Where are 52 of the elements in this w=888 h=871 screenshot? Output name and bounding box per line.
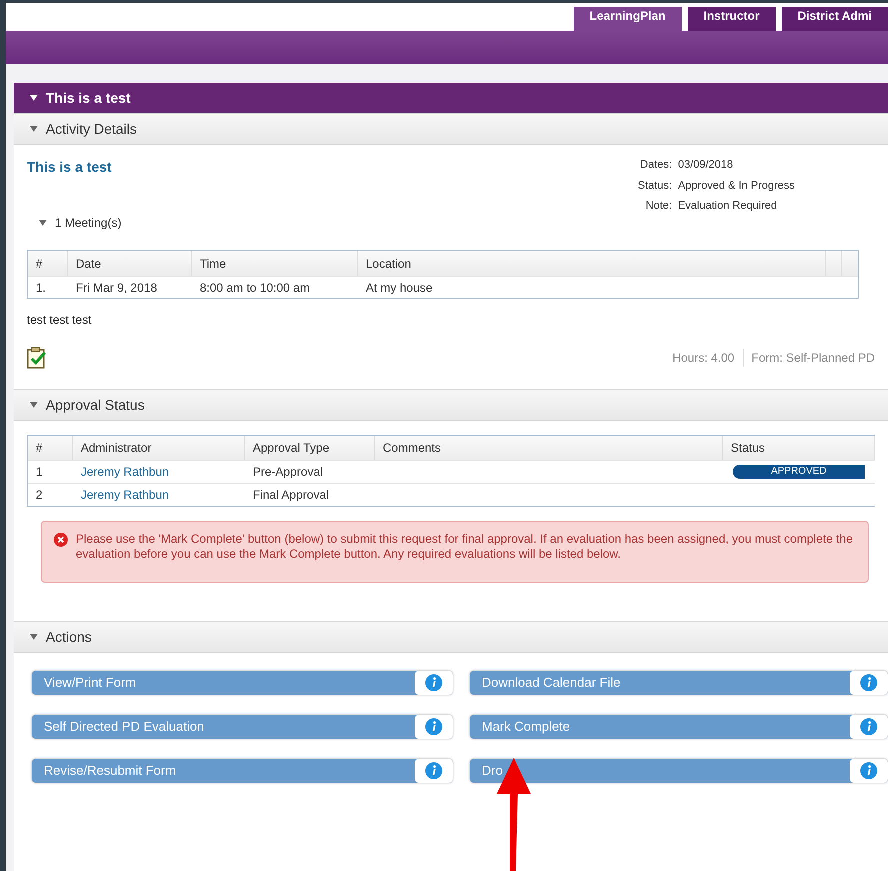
meta-label: Dates: [639,158,672,173]
column-header: Status [723,436,875,460]
column-header: # [28,436,73,460]
meta-value: 03/09/2018 [678,158,734,173]
nav-tab[interactable]: LearningPlan [574,7,682,31]
table-cell-text: 1. [35,280,48,296]
caret-icon [39,220,47,226]
nav-tab[interactable]: Instructor [688,7,776,31]
form-text: Form: Self-Planned PD [750,350,875,367]
section-header[interactable]: Approval Status [14,389,888,421]
nav-tab[interactable]: District Admi [782,7,888,31]
meta-label: Note: [644,199,672,214]
hours-text: Hours: 4.00 [672,349,744,367]
table-cell-text: 2 [35,487,44,504]
table-cell-text: 1 [35,464,44,481]
description-text: test test test [27,312,93,329]
column-header: Administrator [73,436,245,460]
alert-text: Please use the 'Mark Complete' button (below) to submit this request for final approval. If an evaluation has been assigned, you must complete the evaluation before you can use the Mark Complete button. Any required evaluations will be listed below. [76,532,854,562]
caret-icon [30,126,38,132]
column-header: Approval Type [245,436,375,460]
table-cell-text: Final Approval [252,487,330,504]
activity-title: This is a test [27,158,113,177]
table-cell-text: At my house [365,280,434,296]
info-icon [860,674,878,692]
administrator-link[interactable]: Jeremy Rathbun [73,486,245,504]
activity-header[interactable]: This is a test [14,83,888,113]
info-icon [860,718,878,736]
section-header[interactable]: Activity Details [14,113,888,145]
caret-icon [30,95,38,101]
meta-value: Evaluation Required [678,199,778,214]
column-header: Date [68,251,192,276]
column-header: # [28,251,68,276]
caret-icon [30,634,38,640]
administrator-link[interactable]: Jeremy Rathbun [73,463,245,481]
meetings-toggle[interactable]: 1 Meeting(s) [39,214,122,232]
caret-icon [30,402,38,408]
info-icon [425,674,443,692]
section-header[interactable]: Actions [14,621,888,653]
column-header: Time [192,251,358,276]
info-icon [425,762,443,780]
clipboard-check-icon [27,347,47,369]
table-cell-text: Pre-Approval [252,464,324,481]
table-cell-text: 8:00 am to 10:00 am [199,280,312,296]
meta-value: Approved & In Progress [678,178,795,194]
column-header: Comments [375,436,723,460]
info-icon [860,762,878,780]
error-icon [54,533,68,547]
table-cell-text: Fri Mar 9, 2018 [75,280,158,296]
info-icon [425,718,443,736]
meta-label: Status: [638,178,672,194]
status-badge: APPROVED [733,465,865,479]
column-header: Location [358,251,826,276]
